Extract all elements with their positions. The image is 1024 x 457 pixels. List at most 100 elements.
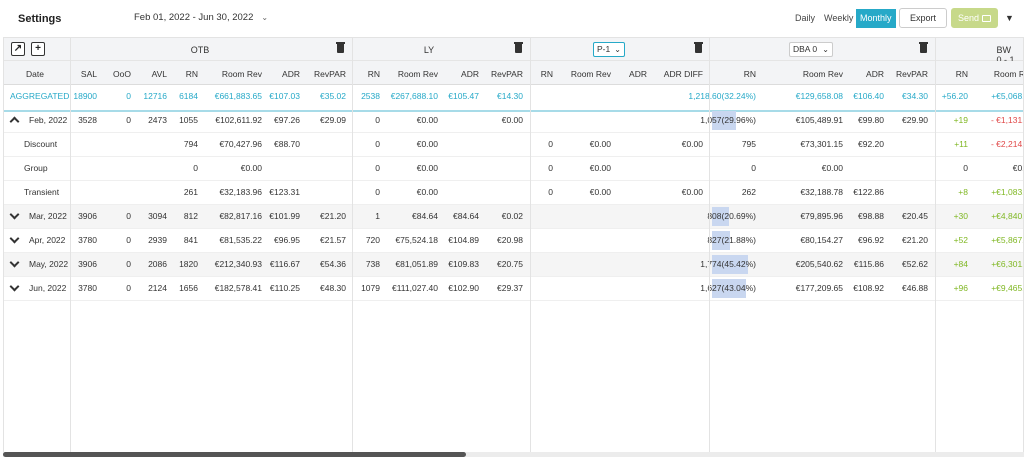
cell-bw: +84 — [953, 259, 968, 269]
delete-otb-icon[interactable] — [336, 42, 345, 53]
cell-ly: €81,051.89 — [395, 259, 438, 269]
cell-dba: €177,209.65 — [795, 283, 843, 293]
cell-otb: 0 — [126, 115, 131, 125]
cell-bw: +8 — [958, 187, 968, 197]
cell-bw: +€5,867.26 — [991, 235, 1023, 245]
col-dba-adr[interactable]: ADR — [866, 69, 884, 79]
cell-otb: €96.95 — [274, 235, 300, 245]
row-label: Mar, 2022 — [29, 211, 67, 221]
divider — [935, 38, 936, 452]
cell-bw: +52 — [953, 235, 968, 245]
cell-otb: €32,183.96 — [219, 187, 262, 197]
chevron-down-icon: ⌄ — [261, 13, 269, 22]
cell-pickup: €0.00 — [589, 163, 611, 173]
date-range-picker[interactable]: Feb 01, 2022 - Jun 30, 2022 ⌄ — [134, 12, 268, 23]
pickup-select[interactable]: P-1 ⌄ — [593, 42, 625, 57]
col-ly-rn[interactable]: RN — [368, 69, 380, 79]
col-otb-revpar[interactable]: RevPAR — [314, 69, 346, 79]
dba-select[interactable]: DBA 0 ⌄ — [789, 42, 833, 57]
col-dba-revpar[interactable]: RevPAR — [896, 69, 928, 79]
col-pickup-room-rev[interactable]: Room Rev — [571, 69, 611, 79]
row-label: Discount — [24, 139, 58, 149]
col-ly-adr[interactable]: ADR — [461, 69, 479, 79]
cell-ly: 1 — [375, 211, 380, 221]
cell-ly: €20.75 — [497, 259, 523, 269]
cell-otb: €110.25 — [269, 283, 300, 293]
col-dba-rn[interactable]: RN — [744, 69, 756, 79]
more-dropdown-icon[interactable]: ▼ — [1005, 13, 1014, 23]
cell-dba: €106.40 — [853, 91, 884, 101]
col-otb-ooo[interactable]: OoO — [113, 69, 131, 79]
row-label: May, 2022 — [29, 259, 69, 269]
cell-dba: €108.92 — [853, 283, 884, 293]
cell-dba: €98.88 — [858, 211, 884, 221]
cell-otb: €70,427.96 — [219, 139, 262, 149]
col-otb-sal[interactable]: SAL — [81, 69, 97, 79]
cell-otb: €661,883.65 — [214, 91, 262, 101]
table-row[interactable]: May, 2022 3906 0 2086 1820 €212,340.93 €116.67… — [4, 253, 1023, 277]
cell-bw: +96 — [953, 283, 968, 293]
col-bw-rn[interactable]: RN — [956, 69, 968, 79]
col-otb-avl[interactable]: AVL — [152, 69, 167, 79]
chevron-down-icon[interactable] — [10, 210, 19, 220]
cell-otb: 1656 — [179, 283, 198, 293]
col-dba-room-rev[interactable]: Room Rev — [803, 69, 843, 79]
cell-otb: 0 — [126, 211, 131, 221]
period-daily[interactable]: Daily — [795, 9, 815, 28]
cell-ly: 738 — [365, 259, 380, 269]
cell-otb: 2086 — [148, 259, 167, 269]
col-ly-room-rev[interactable]: Room Rev — [398, 69, 438, 79]
delete-ly-icon[interactable] — [514, 42, 523, 53]
cell-ly: €105.47 — [448, 91, 479, 101]
cell-ly: 0 — [375, 163, 380, 173]
cell-dba: 262 — [741, 187, 756, 197]
table-row[interactable]: Feb, 2022 3528 0 2473 1055 €102,611.92 €97.26 €… — [4, 109, 1023, 133]
cell-otb: 1055 — [179, 115, 198, 125]
top-bar: Settings Feb 01, 2022 - Jun 30, 2022 ⌄ Da… — [0, 0, 1024, 37]
cell-dba: €122.86 — [853, 187, 884, 197]
table-row[interactable]: Jun, 2022 3780 0 2124 1656 €182,578.41 €110.25… — [4, 277, 1023, 301]
col-otb-room-rev[interactable]: Room Rev — [222, 69, 262, 79]
cell-dba: €92.20 — [858, 139, 884, 149]
cell-pickup: 0 — [548, 187, 553, 197]
aggregated-row: AGGREGATED 18900 0 12716 6184 €661,883.65 €107… — [4, 85, 1023, 112]
cell-ly: 2538 — [361, 91, 380, 101]
cell-dba: 1,218.60(32.24%) — [688, 91, 756, 101]
cell-otb: 2939 — [148, 235, 167, 245]
report-grid: ↗ + OTB LY P-1 ⌄ DBA 0 ⌄ BW 0 - 1 Date SAL… — [3, 37, 1024, 453]
col-date[interactable]: Date — [26, 69, 44, 79]
cell-dba: €105,489.91 — [795, 115, 843, 125]
cell-bw: +19 — [953, 115, 968, 125]
cell-otb: 3906 — [78, 211, 97, 221]
collapse-all-icon[interactable]: ↗ — [11, 42, 25, 56]
chevron-down-icon[interactable] — [10, 234, 19, 244]
col-bw-room-rev[interactable]: Room Rev — [994, 69, 1023, 79]
period-monthly[interactable]: Monthly — [856, 9, 896, 28]
export-button[interactable]: Export — [899, 8, 947, 28]
horizontal-scrollbar[interactable] — [3, 452, 466, 457]
col-ly-revpar[interactable]: RevPAR — [491, 69, 523, 79]
table-row[interactable]: Mar, 2022 3906 0 3094 812 €82,817.16 €101.99 €2… — [4, 205, 1023, 229]
chevron-up-icon[interactable] — [10, 114, 19, 124]
col-pickup-adr[interactable]: ADR — [629, 69, 647, 79]
col-otb-adr[interactable]: ADR — [282, 69, 300, 79]
delete-pickup-icon[interactable] — [694, 42, 703, 53]
delete-dba-icon[interactable] — [919, 42, 928, 53]
cell-otb: €107.03 — [269, 91, 300, 101]
cell-otb: 841 — [183, 235, 198, 245]
col-pickup-rn[interactable]: RN — [541, 69, 553, 79]
cell-bw: +56.20 — [941, 91, 968, 101]
col-pickup-adr-diff[interactable]: ADR DIFF — [664, 69, 703, 79]
cell-dba: €129,658.08 — [795, 91, 843, 101]
chevron-down-icon[interactable] — [10, 282, 19, 292]
col-otb-rn[interactable]: RN — [186, 69, 198, 79]
period-weekly[interactable]: Weekly — [824, 9, 853, 28]
send-label: Send — [957, 13, 980, 23]
cell-ly: €0.00 — [416, 115, 438, 125]
cell-otb: €182,578.41 — [214, 283, 262, 293]
table-row[interactable]: Apr, 2022 3780 0 2939 841 €81,535.22 €96.95 €21… — [4, 229, 1023, 253]
cell-otb: 3528 — [78, 115, 97, 125]
chevron-down-icon[interactable] — [10, 258, 19, 268]
send-button[interactable]: Send — [951, 8, 998, 28]
add-column-icon[interactable]: + — [31, 42, 45, 56]
